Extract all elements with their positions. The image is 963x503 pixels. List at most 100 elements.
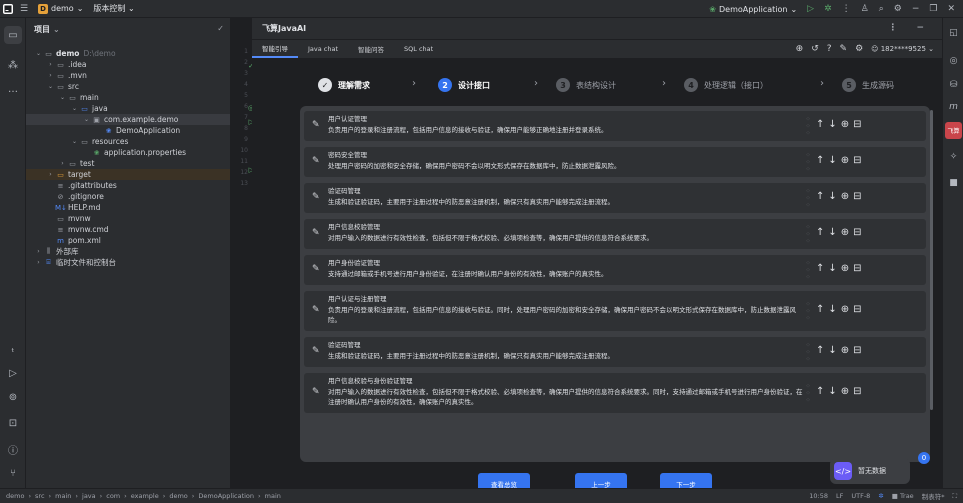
- project-panel-title[interactable]: 项目: [34, 24, 50, 35]
- code-with-me-icon[interactable]: ♙: [861, 4, 869, 14]
- delete-icon[interactable]: ⊟: [853, 345, 861, 356]
- chevron-right-icon[interactable]: ›: [46, 171, 55, 178]
- vcs-widget[interactable]: 版本控制 ⌄: [93, 3, 134, 14]
- more-tools-icon[interactable]: …: [4, 80, 22, 98]
- history-icon[interactable]: ↺: [811, 44, 819, 54]
- move-up-icon[interactable]: ↑: [816, 191, 824, 202]
- move-down-icon[interactable]: ↓: [828, 345, 836, 356]
- debug-icon[interactable]: ✲: [824, 4, 832, 14]
- ai-assistant-icon[interactable]: ◎: [945, 52, 962, 69]
- add-icon[interactable]: ⊕: [841, 119, 849, 130]
- edit-icon[interactable]: ✎: [312, 228, 320, 238]
- tree-node[interactable]: ⌄ ▭ resources: [26, 136, 236, 147]
- breadcrumb-item[interactable]: src: [35, 492, 45, 500]
- file-encoding[interactable]: UTF-8: [851, 492, 870, 500]
- settings-icon[interactable]: ⚙: [855, 44, 863, 54]
- minimize-icon[interactable]: −: [912, 4, 920, 14]
- tree-node[interactable]: ❀ DemoApplication: [26, 125, 236, 136]
- line-separator[interactable]: LF: [836, 492, 843, 500]
- run-tool-icon[interactable]: ▷: [4, 364, 22, 382]
- delete-icon[interactable]: ⊟: [853, 304, 861, 315]
- run-config-selector[interactable]: ❀ DemoApplication ⌄: [709, 5, 797, 14]
- maven-m-icon[interactable]: m: [945, 98, 962, 115]
- trae-status[interactable]: ■ Trae: [892, 492, 914, 500]
- chevron-right-icon[interactable]: ›: [34, 259, 43, 266]
- tab-java-chat[interactable]: Java chat: [298, 40, 348, 58]
- services-tool-icon[interactable]: ⊚: [4, 388, 22, 406]
- edit-icon[interactable]: ✎: [312, 346, 320, 356]
- add-icon[interactable]: ⊕: [841, 386, 849, 397]
- terminal-tool-icon[interactable]: ⊡: [4, 414, 22, 432]
- chevron-down-icon[interactable]: ⌄: [70, 138, 79, 145]
- add-icon[interactable]: ⊕: [841, 304, 849, 315]
- lock-icon[interactable]: ⛶: [952, 492, 957, 501]
- add-icon[interactable]: ⊕: [841, 345, 849, 356]
- tree-node[interactable]: m pom.xml: [26, 235, 236, 246]
- chevron-right-icon[interactable]: ›: [46, 72, 55, 79]
- ai-assistant-widget[interactable]: </> 暂无数据: [830, 458, 910, 484]
- search-icon[interactable]: ⌕: [879, 4, 884, 14]
- edit-icon[interactable]: ✎: [312, 120, 320, 130]
- delete-icon[interactable]: ⊟: [853, 191, 861, 202]
- move-up-icon[interactable]: ↑: [816, 386, 824, 397]
- chevron-down-icon[interactable]: ⌄: [46, 83, 55, 90]
- delete-icon[interactable]: ⊟: [853, 119, 861, 130]
- move-down-icon[interactable]: ↓: [828, 263, 836, 274]
- breadcrumb-item[interactable]: demo: [169, 492, 187, 500]
- add-icon[interactable]: ⊕: [841, 227, 849, 238]
- move-down-icon[interactable]: ↓: [828, 155, 836, 166]
- restore-icon[interactable]: ❐: [929, 4, 937, 14]
- move-down-icon[interactable]: ↓: [828, 227, 836, 238]
- tree-node[interactable]: ⌄ ▭ src: [26, 81, 236, 92]
- tree-node[interactable]: ⌄ ▭ demo D:\demo: [26, 48, 236, 59]
- drag-handle-icon[interactable]: ⁘ ⁘ ⁘: [804, 152, 812, 173]
- tree-node[interactable]: ⌄ ▭ java: [26, 103, 236, 114]
- main-menu-icon[interactable]: ☰: [16, 0, 32, 18]
- step-4[interactable]: 4 处理逻辑（接口）: [684, 78, 768, 92]
- tree-node[interactable]: › ▭ test: [26, 158, 236, 169]
- drag-handle-icon[interactable]: ⁘ ⁘ ⁘: [804, 116, 812, 137]
- tree-node[interactable]: › ▭ target: [26, 169, 236, 180]
- maven-tool-icon[interactable]: ₜ: [4, 340, 22, 358]
- breadcrumb-item[interactable]: main: [55, 492, 71, 500]
- drag-handle-icon[interactable]: ⁘ ⁘ ⁘: [804, 224, 812, 245]
- breadcrumb-item[interactable]: java: [82, 492, 96, 500]
- drag-handle-icon[interactable]: ⁘ ⁘ ⁘: [804, 260, 812, 281]
- settings-gear-icon[interactable]: ⚙: [894, 4, 902, 14]
- indent-setting[interactable]: 制表符*: [922, 491, 945, 501]
- git-tool-icon[interactable]: ⑂: [4, 464, 22, 482]
- step-2[interactable]: 2 设计接口: [438, 78, 490, 92]
- chevron-right-icon[interactable]: ›: [46, 61, 55, 68]
- edit-icon[interactable]: ✎: [312, 305, 320, 315]
- move-down-icon[interactable]: ↓: [828, 191, 836, 202]
- panel-icon[interactable]: ■: [945, 174, 962, 191]
- move-up-icon[interactable]: ↑: [816, 227, 824, 238]
- chevron-down-icon[interactable]: ⌄: [34, 50, 43, 57]
- add-icon[interactable]: ⊕: [841, 263, 849, 274]
- move-up-icon[interactable]: ↑: [816, 304, 824, 315]
- edit-icon[interactable]: ✎: [312, 156, 320, 166]
- tree-node[interactable]: ❀ application.properties: [26, 147, 236, 158]
- more-icon[interactable]: ⋮: [842, 4, 851, 14]
- tree-node[interactable]: ⌄ ▣ com.example.demo: [26, 114, 236, 125]
- edit-icon[interactable]: ✎: [312, 192, 320, 202]
- caret-position[interactable]: 10:58: [809, 492, 828, 500]
- tree-node[interactable]: ≡ mvnw.cmd: [26, 224, 236, 235]
- edit-icon[interactable]: ✎: [312, 264, 320, 274]
- chevron-down-icon[interactable]: ⌄: [58, 94, 67, 101]
- tab-guide[interactable]: 智能引导: [252, 40, 298, 58]
- database-icon[interactable]: ⛁: [945, 76, 962, 93]
- tree-node[interactable]: › ▭ .mvn: [26, 70, 236, 81]
- close-icon[interactable]: ✕: [947, 4, 955, 14]
- copilot-icon[interactable]: ✧: [945, 148, 962, 165]
- move-up-icon[interactable]: ↑: [816, 263, 824, 274]
- tab-smart-qa[interactable]: 智能问答: [348, 40, 394, 58]
- tab-sql-chat[interactable]: SQL chat: [394, 40, 443, 58]
- tool-window-options-icon[interactable]: ⋮ −: [888, 23, 932, 33]
- move-up-icon[interactable]: ↑: [816, 155, 824, 166]
- tree-node[interactable]: ⊘ .gitignore: [26, 191, 236, 202]
- step-3[interactable]: 3 表结构设计: [556, 78, 616, 92]
- structure-tool-icon[interactable]: ⁂: [4, 56, 22, 74]
- user-account[interactable]: ☺ 182****9525 ⌄: [871, 45, 934, 53]
- tree-node[interactable]: › ▭ .idea: [26, 59, 236, 70]
